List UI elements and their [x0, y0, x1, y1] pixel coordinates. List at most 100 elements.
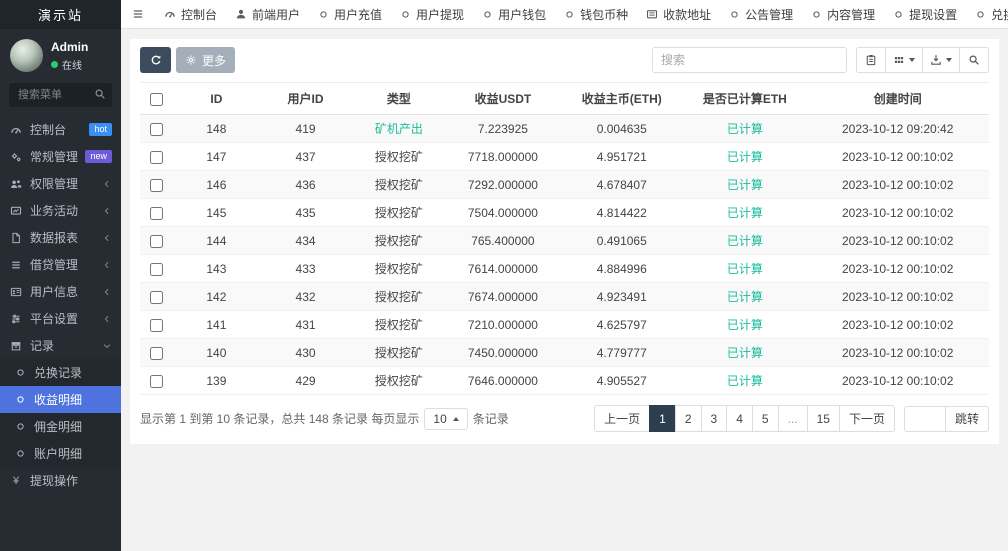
row-checkbox[interactable] [150, 318, 164, 332]
circle-icon [13, 448, 27, 459]
sidebar-item[interactable]: 数据报表 [0, 224, 121, 251]
sidebar-item[interactable]: 平台设置 [0, 305, 121, 332]
jump-page-input[interactable] [903, 405, 946, 432]
row-checkbox[interactable] [150, 262, 164, 276]
pagination-switch-button[interactable] [856, 47, 886, 73]
sidebar-item[interactable]: ¥ 提现操作 [0, 467, 121, 494]
row-checkbox[interactable] [150, 346, 164, 360]
circle-icon [811, 9, 822, 20]
sidebar-item[interactable]: 用户信息 [0, 278, 121, 305]
sidebar-item[interactable]: 记录 [0, 332, 121, 359]
row-checkbox[interactable] [150, 234, 164, 248]
page-button-15[interactable]: 15 [806, 405, 840, 432]
topnav-item[interactable]: 内容管理 [802, 0, 884, 28]
row-select-cell [140, 170, 174, 199]
sidebar-subitem[interactable]: 兑换记录 [0, 359, 121, 386]
column-header: ID [173, 82, 259, 115]
page-size-value: 10 [433, 411, 447, 426]
row-checkbox[interactable] [150, 150, 164, 164]
chevron-left-icon [102, 233, 112, 243]
refresh-table-button[interactable] [140, 47, 171, 73]
cell-user-id: 435 [258, 198, 353, 227]
row-select-cell [140, 282, 174, 311]
page-button-1[interactable]: 1 [649, 405, 676, 432]
page-ellipsis[interactable]: ... [777, 405, 808, 432]
cell-created: 2023-10-12 00:10:02 [806, 170, 989, 199]
topnav-item[interactable]: 用户充值 [309, 0, 391, 28]
sliders-icon [9, 313, 23, 325]
activity-icon [9, 205, 23, 217]
topnav-item[interactable]: 控制台 [155, 0, 226, 28]
sidebar-item[interactable]: 业务活动 [0, 197, 121, 224]
cell-created: 2023-10-12 09:20:42 [806, 114, 989, 143]
sidebar-item-label: 数据报表 [30, 231, 79, 245]
main-area: 控制台 前端用户 用户充值 用户提现 用户钱包 钱包币种 收款地址 公告管理 内容管理 提现设置 兑… [121, 0, 1008, 551]
cell-id: 144 [173, 226, 259, 255]
topnav-item[interactable]: 前端用户 [226, 0, 309, 28]
sidebar-subitem[interactable]: 佣金明细 [0, 413, 121, 440]
sidebar-item-label: 控制台 [30, 123, 67, 137]
cell-id: 142 [173, 282, 259, 311]
sidebar-menu: 控制台 hot 常规管理 new 权限管理业务活动数据报表借贷管理 用户信息平台设置记录兑… [0, 116, 121, 494]
row-checkbox[interactable] [150, 178, 164, 192]
sidebar-item-label: 权限管理 [30, 177, 79, 191]
table-search-input[interactable] [652, 47, 847, 73]
sidebar-item[interactable]: 控制台 hot [0, 116, 121, 143]
circle-icon [564, 9, 575, 20]
archive-icon [9, 340, 23, 352]
row-checkbox[interactable] [150, 374, 164, 388]
sidebar-subitem[interactable]: 账户明细 [0, 440, 121, 467]
row-checkbox[interactable] [150, 290, 164, 304]
pagination: 上一页 1 2 3 4 5... 15 下一页 跳转 [594, 405, 989, 432]
pagination-info-suffix: 条记录 [472, 412, 509, 426]
export-button[interactable] [922, 47, 960, 73]
sidebar-item[interactable]: 常规管理 new [0, 143, 121, 170]
jump-button[interactable]: 跳转 [945, 405, 989, 432]
topnav-item-label: 钱包币种 [580, 7, 629, 22]
sidebar-item-label: 平台设置 [30, 312, 79, 326]
cell-id: 148 [173, 114, 259, 143]
topnav-item[interactable]: 用户提现 [391, 0, 473, 28]
cell-type: 授权挖矿 [352, 170, 446, 199]
page-button-5[interactable]: 5 [751, 405, 779, 432]
cell-usdt: 7210.000000 [445, 310, 561, 339]
page-button-3[interactable]: 3 [700, 405, 728, 432]
cell-type: 授权挖矿 [352, 366, 446, 395]
cell-created: 2023-10-12 00:10:02 [806, 142, 989, 171]
content-area: 更多 搜索 ID 用户ID 类型 收益USDT 收益主币(ETH) 是否已计算E… [121, 29, 1008, 551]
sidebar-item[interactable]: 权限管理 [0, 170, 121, 197]
sidebar-subitem-active[interactable]: 收益明细 [0, 386, 121, 413]
table-row: 140 430 授权挖矿 7450.000000 4.779777 已计算 2023-10-… [140, 338, 989, 367]
topnav-item[interactable]: 提现设置 [884, 0, 966, 28]
circle-icon [893, 9, 904, 20]
select-all-cell [140, 82, 174, 115]
next-page-button[interactable]: 下一页 [838, 405, 895, 432]
prev-page-button[interactable]: 上一页 [594, 405, 651, 432]
row-checkbox[interactable] [150, 206, 164, 220]
search-toggle-button[interactable] [959, 47, 989, 73]
row-checkbox[interactable] [150, 122, 164, 136]
address-icon [646, 8, 658, 20]
topnav-item[interactable]: 用户钱包 [473, 0, 555, 28]
topnav-item[interactable]: 兑换记录 [966, 0, 1008, 28]
page-button-2[interactable]: 2 [674, 405, 702, 432]
topnav-item[interactable]: 收款地址 [637, 0, 720, 28]
cell-created: 2023-10-12 00:10:02 [806, 198, 989, 227]
more-actions-button[interactable]: 更多 [176, 47, 236, 73]
cell-calculated: 已计算 [683, 254, 807, 283]
circle-icon [729, 9, 740, 20]
sidebar: 演示站 Admin 在线 控制台 hot 常规管理 new 权限管理业务活动数据报表借贷… [0, 0, 121, 551]
sidebar-toggle-button[interactable] [121, 0, 155, 28]
report-icon [9, 232, 23, 244]
topnav-item[interactable]: 公告管理 [720, 0, 802, 28]
page-size-select[interactable]: 10 [424, 407, 468, 430]
columns-button[interactable] [885, 47, 923, 73]
chevron-left-icon [102, 314, 112, 324]
sidebar-item[interactable]: 借贷管理 [0, 251, 121, 278]
page-buttons: 上一页 1 2 3 4 5... 15 下一页 [594, 405, 895, 432]
cell-user-id: 419 [258, 114, 353, 143]
page-button-4[interactable]: 4 [726, 405, 753, 432]
table-row: 148 419 矿机产出 7.223925 0.004635 已计算 2023-10-12 … [140, 114, 989, 143]
topnav-item[interactable]: 钱包币种 [555, 0, 637, 28]
select-all-checkbox[interactable] [150, 92, 164, 106]
